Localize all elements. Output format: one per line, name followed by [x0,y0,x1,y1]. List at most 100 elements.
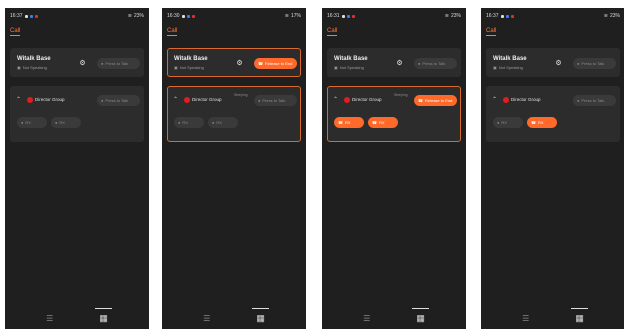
app-icon [29,14,33,18]
chevron-up-icon[interactable]: ⌃ [333,96,338,103]
base-title: Witalk Base [17,56,51,62]
microphone-icon: ● [55,120,58,125]
channel-chip-label: RX [25,120,31,125]
speaker-icon: ▣ [493,65,497,70]
grid-icon[interactable]: ▦ [571,307,588,324]
speaker-icon: ▣ [174,65,178,70]
channel-chip-label: RX [216,120,222,125]
base-status: ▣ Not Speaking [334,65,364,70]
group-ptt-button[interactable]: ● Press to Talk [97,95,140,106]
record-indicator [184,97,190,103]
app-icon [510,14,514,18]
group-ptt-button[interactable]: ● Press to Talk [254,95,297,106]
channel-chip-label: RX [344,120,351,125]
base-status-label: Not Speaking [498,65,523,70]
app-icon [186,14,190,18]
microphone-icon: ● [101,98,104,103]
channel-chip-label: RX [537,120,544,125]
base-title: Witalk Base [334,56,368,62]
channel-chip[interactable]: ● RX [17,117,47,128]
group-name: Director Group [192,97,222,102]
channel-chip[interactable]: ● RX [493,117,523,128]
group-ptt-label: Press to Talk [581,98,605,103]
base-ptt-label: Press to Talk [422,61,446,66]
battery-level: 23% [609,13,620,19]
list-icon[interactable]: ☰ [46,314,53,323]
record-indicator [344,97,350,103]
gear-icon[interactable]: ⚙ [554,59,563,68]
list-icon[interactable]: ☰ [522,314,529,323]
grid-icon[interactable]: ▦ [412,307,429,324]
wifi-icon: ≋ [444,13,449,19]
bottom-nav: ☰ ▦ [162,307,306,329]
microphone-icon: ● [101,61,104,66]
tab-call[interactable]: Call [167,28,178,36]
channel-chip[interactable]: ☎ RX [368,117,398,128]
microphone-icon: ● [21,120,24,125]
channel-chip[interactable]: ☎ RX [334,117,364,128]
base-status: ▣ Not Speaking [17,65,47,70]
gear-icon[interactable]: ⚙ [235,59,244,68]
app-icon [351,14,355,18]
group-ptt-label: Release to End [424,98,453,103]
chevron-up-icon[interactable]: ⌃ [16,96,21,103]
list-icon[interactable]: ☰ [363,314,370,323]
chevron-up-icon[interactable]: ⌃ [492,96,497,103]
channel-chip[interactable]: ● RX [208,117,238,128]
group-card: ⌃ Director Group Sleeping ☎ Release to E… [327,86,461,142]
channel-chip[interactable]: ☎ RX [527,117,557,128]
base-ptt-button[interactable]: ● Press to Talk [97,58,140,69]
phone-icon: ☎ [418,98,423,103]
grid-icon[interactable]: ▦ [95,307,112,324]
record-indicator [27,97,33,103]
app-icon [191,14,195,18]
base-status: ▣ Not Speaking [493,65,523,70]
record-indicator [503,97,509,103]
gear-icon[interactable]: ⚙ [395,59,404,68]
phone-screen: 16:31 ≋ 23% Call Witalk Base ▣ Not Speak… [322,8,466,329]
base-ptt-button[interactable]: ● Press to Talk [573,58,616,69]
group-name: Director Group [35,97,65,102]
status-time: 16:37 [10,13,23,19]
channel-chip[interactable]: ● RX [51,117,81,128]
gear-icon[interactable]: ⚙ [78,59,87,68]
phone-screen: 16:30 ≋ 17% Call Witalk Base ▣ Not Speak… [162,8,306,329]
phone-screen: 16:37 ≋ 23% Call Witalk Base ▣ Not Speak… [481,8,624,329]
phone-icon: ☎ [258,61,263,66]
channel-chip[interactable]: ● RX [174,117,204,128]
tab-call[interactable]: Call [327,28,338,36]
group-name: Director Group [511,97,541,102]
app-icon [346,14,350,18]
app-icon [34,14,38,18]
phone-screen: 16:37 ≋ 23% Call Witalk Base ▣ Not Speak… [5,8,149,329]
group-card: ⌃ Director Group ● Press to Talk ● RX ☎ … [486,86,620,142]
tab-call[interactable]: Call [10,28,21,36]
channel-chip-label: RX [59,120,65,125]
phone-icon: ☎ [338,120,343,125]
base-title: Witalk Base [493,56,527,62]
base-ptt-button[interactable]: ● Press to Talk [414,58,457,69]
grid-icon[interactable]: ▦ [252,307,269,324]
microphone-icon: ● [178,120,181,125]
base-status-label: Not Speaking [22,65,47,70]
notification-icon [500,14,504,18]
list-icon[interactable]: ☰ [203,314,210,323]
bottom-nav: ☰ ▦ [322,307,466,329]
status-time: 16:31 [327,13,340,19]
base-card: Witalk Base ▣ Not Speaking ⚙ ☎ Release t… [167,48,301,77]
group-state: Sleeping [234,93,248,97]
status-bar: 16:37 ≋ 23% [486,12,620,20]
group-ptt-button[interactable]: ● Press to Talk [573,95,616,106]
group-ptt-button[interactable]: ☎ Release to End [414,95,457,106]
group-ptt-label: Press to Talk [105,98,129,103]
base-ptt-label: Press to Talk [581,61,605,66]
base-ptt-label: Release to End [264,61,293,66]
status-time: 16:30 [167,13,180,19]
base-title: Witalk Base [174,56,208,62]
status-bar: 16:30 ≋ 17% [167,12,301,20]
base-ptt-button[interactable]: ☎ Release to End [254,58,297,69]
chevron-up-icon[interactable]: ⌃ [173,96,178,103]
group-name: Director Group [352,97,382,102]
tab-call[interactable]: Call [486,28,497,36]
microphone-icon: ● [258,98,261,103]
